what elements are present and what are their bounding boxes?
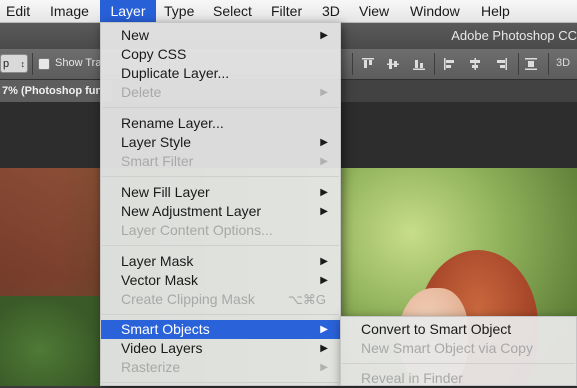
menu-item-delete: Delete ▶ xyxy=(101,83,340,102)
submenu-arrow-icon: ▶ xyxy=(320,343,328,354)
menu-item-layer-mask[interactable]: Layer Mask ▶ xyxy=(101,252,340,271)
menu-item-duplicate-layer[interactable]: Duplicate Layer... xyxy=(101,64,340,83)
submenu-arrow-icon: ▶ xyxy=(320,30,328,41)
menu-bar: Edit Image Layer Type Select Filter 3D V… xyxy=(0,0,577,23)
select-value: p xyxy=(3,58,10,70)
menu-item-layer-content-options: Layer Content Options... xyxy=(101,221,340,240)
document-tab[interactable]: 7% (Photoshop fun xyxy=(0,80,112,102)
menu-divider xyxy=(102,107,339,108)
menu-item-label: Smart Filter xyxy=(121,153,194,169)
3d-mode-label[interactable]: 3D xyxy=(556,57,570,69)
align-vertical-centers-icon[interactable] xyxy=(386,57,400,71)
submenu-item-reveal-in-finder: Reveal in Finder xyxy=(341,369,576,388)
submenu-item-convert-to-smart-object[interactable]: Convert to Smart Object xyxy=(341,320,576,339)
submenu-arrow-icon: ▶ xyxy=(320,87,328,98)
align-top-edges-icon[interactable] xyxy=(361,57,375,71)
menu-item-label: Layer Content Options... xyxy=(121,222,273,238)
menu-item-create-clipping-mask: Create Clipping Mask ⌥⌘G xyxy=(101,290,340,309)
menu-item-layer-style[interactable]: Layer Style ▶ xyxy=(101,133,340,152)
menu-item-label: Video Layers xyxy=(121,340,203,356)
menu-item-label: Layer Mask xyxy=(121,253,194,269)
submenu-arrow-icon: ▶ xyxy=(320,324,328,335)
menu-type[interactable]: Type xyxy=(164,0,194,22)
show-transform-checkbox[interactable] xyxy=(38,58,50,70)
menu-item-label: Rename Layer... xyxy=(121,115,224,131)
menu-item-label: New Fill Layer xyxy=(121,184,210,200)
menu-item-rename-layer[interactable]: Rename Layer... xyxy=(101,114,340,133)
menu-item-label: Rasterize xyxy=(121,359,181,375)
menu-help[interactable]: Help xyxy=(481,0,510,22)
menu-item-label: New xyxy=(121,27,150,43)
divider xyxy=(352,53,353,75)
menu-divider xyxy=(102,382,339,383)
menu-image[interactable]: Image xyxy=(50,0,89,22)
menu-item-copy-css[interactable]: Copy CSS xyxy=(101,45,340,64)
submenu-arrow-icon: ▶ xyxy=(320,256,328,267)
divider xyxy=(434,53,435,75)
smart-objects-submenu: Convert to Smart Object New Smart Object… xyxy=(340,316,577,386)
menu-item-label: New Smart Object via Copy xyxy=(361,340,533,356)
submenu-arrow-icon: ▶ xyxy=(320,275,328,286)
distribute-icon[interactable] xyxy=(524,57,538,71)
menu-item-label: Duplicate Layer... xyxy=(121,65,230,81)
shortcut-label: ⌥⌘G xyxy=(287,292,326,307)
menu-item-label: Smart Objects xyxy=(121,321,210,337)
bush-region xyxy=(0,296,100,386)
align-right-edges-icon[interactable] xyxy=(494,57,508,71)
updown-arrows-icon: ↕ xyxy=(20,59,26,69)
menu-item-new-adjustment-layer[interactable]: New Adjustment Layer ▶ xyxy=(101,202,340,221)
submenu-arrow-icon: ▶ xyxy=(320,156,328,167)
menu-divider xyxy=(102,314,339,315)
menu-item-vector-mask[interactable]: Vector Mask ▶ xyxy=(101,271,340,290)
divider xyxy=(32,53,33,75)
menu-item-label: Layer Style xyxy=(121,134,192,150)
menu-select[interactable]: Select xyxy=(213,0,252,22)
menu-item-smart-objects[interactable]: Smart Objects ▶ xyxy=(101,320,340,339)
menu-item-label: Delete xyxy=(121,84,162,100)
menu-item-video-layers[interactable]: Video Layers ▶ xyxy=(101,339,340,358)
submenu-item-new-smart-object-via-copy: New Smart Object via Copy xyxy=(341,339,576,358)
menu-item-label: Convert to Smart Object xyxy=(361,321,512,337)
menu-item-label: Copy CSS xyxy=(121,46,187,62)
align-bottom-edges-icon[interactable] xyxy=(412,57,426,71)
menu-view[interactable]: View xyxy=(359,0,389,22)
menu-item-label: Create Clipping Mask xyxy=(121,291,255,307)
menu-divider xyxy=(102,245,339,246)
menu-layer[interactable]: Layer xyxy=(100,0,156,22)
align-left-edges-icon[interactable] xyxy=(443,57,457,71)
divider xyxy=(548,53,549,75)
menu-item-rasterize: Rasterize ▶ xyxy=(101,358,340,377)
menu-3d[interactable]: 3D xyxy=(322,0,340,22)
auto-select-dropdown[interactable]: p ↕ xyxy=(0,54,28,73)
divider xyxy=(518,53,519,75)
menu-divider xyxy=(342,363,575,364)
menu-item-label: New Adjustment Layer xyxy=(121,203,262,219)
menu-filter[interactable]: Filter xyxy=(271,0,302,22)
submenu-arrow-icon: ▶ xyxy=(320,362,328,373)
menu-edit[interactable]: Edit xyxy=(6,0,30,22)
menu-item-label: Reveal in Finder xyxy=(361,370,463,386)
menu-window[interactable]: Window xyxy=(410,0,460,22)
submenu-arrow-icon: ▶ xyxy=(320,206,328,217)
window-title: Adobe Photoshop CC xyxy=(451,28,577,43)
menu-item-smart-filter: Smart Filter ▶ xyxy=(101,152,340,171)
menu-item-new-fill-layer[interactable]: New Fill Layer ▶ xyxy=(101,183,340,202)
menu-divider xyxy=(102,176,339,177)
submenu-arrow-icon: ▶ xyxy=(320,187,328,198)
show-transform-label: Show Tra xyxy=(55,57,102,69)
menu-item-new[interactable]: New ▶ xyxy=(101,26,340,45)
menu-item-label: Vector Mask xyxy=(121,272,199,288)
layer-menu-dropdown: New ▶ Copy CSS Duplicate Layer... Delete… xyxy=(100,22,341,386)
align-horizontal-centers-icon[interactable] xyxy=(468,57,482,71)
submenu-arrow-icon: ▶ xyxy=(320,137,328,148)
